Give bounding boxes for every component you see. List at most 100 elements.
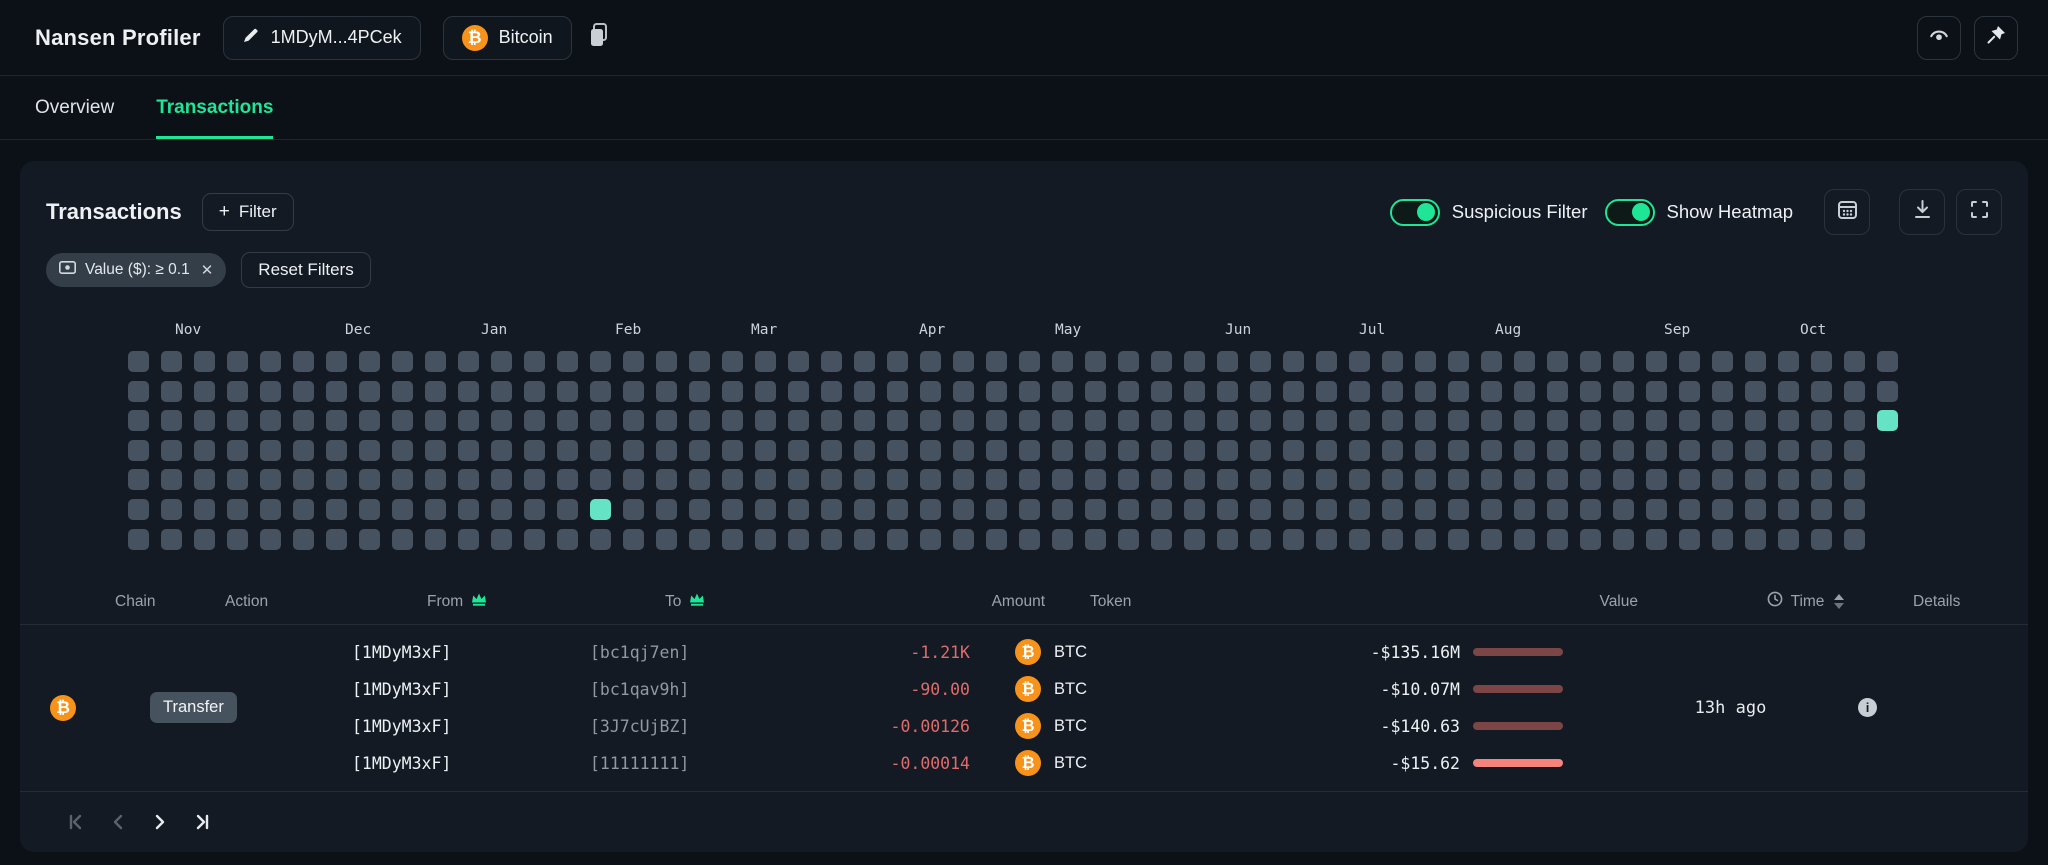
heatmap-cell[interactable] xyxy=(1745,410,1766,431)
heatmap-cell[interactable] xyxy=(359,499,380,520)
heatmap-cell[interactable] xyxy=(458,469,479,490)
heatmap-cell[interactable] xyxy=(1019,410,1040,431)
heatmap-cell[interactable] xyxy=(821,381,842,402)
heatmap-cell[interactable] xyxy=(194,440,215,461)
heatmap-cell[interactable] xyxy=(260,529,281,550)
heatmap-cell[interactable] xyxy=(1184,410,1205,431)
heatmap-cell[interactable] xyxy=(260,410,281,431)
heatmap-cell[interactable] xyxy=(1580,469,1601,490)
heatmap-cell[interactable] xyxy=(1415,529,1436,550)
info-icon[interactable] xyxy=(1858,698,1877,717)
heatmap-cell[interactable] xyxy=(590,440,611,461)
heatmap-cell[interactable] xyxy=(524,351,545,372)
heatmap-cell[interactable] xyxy=(161,499,182,520)
heatmap-cell[interactable] xyxy=(392,440,413,461)
heatmap-cell[interactable] xyxy=(623,381,644,402)
heatmap-cell[interactable] xyxy=(293,529,314,550)
heatmap-cell[interactable] xyxy=(1811,499,1832,520)
heatmap-cell[interactable] xyxy=(458,529,479,550)
heatmap-cell[interactable] xyxy=(1547,381,1568,402)
heatmap-cell[interactable] xyxy=(293,410,314,431)
heatmap-cell[interactable] xyxy=(1877,351,1898,372)
heatmap-cell[interactable] xyxy=(689,529,710,550)
heatmap-cell[interactable] xyxy=(1217,351,1238,372)
heatmap-cell[interactable] xyxy=(161,351,182,372)
heatmap-cell[interactable] xyxy=(1349,381,1370,402)
heatmap-cell[interactable] xyxy=(128,469,149,490)
heatmap-cell[interactable] xyxy=(788,529,809,550)
heatmap-cell[interactable] xyxy=(1283,381,1304,402)
heatmap-cell[interactable] xyxy=(1778,351,1799,372)
heatmap-cell[interactable] xyxy=(1844,410,1865,431)
heatmap-cell[interactable] xyxy=(1382,410,1403,431)
heatmap-cell[interactable] xyxy=(128,529,149,550)
heatmap-cell[interactable] xyxy=(854,410,875,431)
heatmap-cell[interactable] xyxy=(359,529,380,550)
heatmap-cell[interactable] xyxy=(392,351,413,372)
heatmap-cell[interactable] xyxy=(1316,499,1337,520)
heatmap-cell[interactable] xyxy=(623,499,644,520)
value-filter-chip[interactable]: Value ($): ≥ 0.1 ✕ xyxy=(46,253,226,287)
heatmap-cell[interactable] xyxy=(1481,529,1502,550)
heatmap-cell[interactable] xyxy=(788,499,809,520)
heatmap-cell[interactable] xyxy=(1514,529,1535,550)
heatmap-cell[interactable] xyxy=(920,469,941,490)
heatmap-cell[interactable] xyxy=(1679,410,1700,431)
heatmap-cell[interactable] xyxy=(293,440,314,461)
heatmap-cell[interactable] xyxy=(1613,469,1634,490)
heatmap-cell[interactable] xyxy=(425,529,446,550)
heatmap-cell[interactable] xyxy=(986,529,1007,550)
heatmap-cell[interactable] xyxy=(1679,381,1700,402)
heatmap-cell[interactable] xyxy=(128,351,149,372)
heatmap-cell[interactable] xyxy=(1877,381,1898,402)
heatmap-cell[interactable] xyxy=(1019,381,1040,402)
address-chip[interactable]: 1MDyM...4PCek xyxy=(223,16,421,60)
heatmap-cell[interactable] xyxy=(920,381,941,402)
heatmap-cell[interactable] xyxy=(689,499,710,520)
heatmap-cell[interactable] xyxy=(1481,351,1502,372)
heatmap-cell[interactable] xyxy=(1250,469,1271,490)
heatmap-cell[interactable] xyxy=(887,499,908,520)
heatmap-cell[interactable] xyxy=(1580,351,1601,372)
heatmap-cell[interactable] xyxy=(1217,410,1238,431)
heatmap-cell[interactable] xyxy=(1745,499,1766,520)
heatmap-cell[interactable] xyxy=(1118,499,1139,520)
heatmap-cell[interactable] xyxy=(1085,440,1106,461)
heatmap-cell[interactable] xyxy=(1019,351,1040,372)
heatmap-cell[interactable] xyxy=(1019,469,1040,490)
heatmap-cell[interactable] xyxy=(458,410,479,431)
heatmap-cell[interactable] xyxy=(590,410,611,431)
heatmap-cell[interactable] xyxy=(1118,440,1139,461)
heatmap-cell[interactable] xyxy=(1052,410,1073,431)
heatmap-cell[interactable] xyxy=(326,440,347,461)
heatmap-cell[interactable] xyxy=(326,469,347,490)
heatmap-cell[interactable] xyxy=(1712,469,1733,490)
heatmap-cell[interactable] xyxy=(161,410,182,431)
heatmap-cell[interactable] xyxy=(1184,381,1205,402)
heatmap-cell[interactable] xyxy=(1745,440,1766,461)
heatmap-cell[interactable] xyxy=(1712,381,1733,402)
heatmap-cell[interactable] xyxy=(986,499,1007,520)
heatmap-cell[interactable] xyxy=(194,410,215,431)
to-address[interactable]: [3J7cUjBZ] xyxy=(570,708,780,745)
heatmap-cell[interactable] xyxy=(1283,440,1304,461)
heatmap-cell[interactable] xyxy=(1514,381,1535,402)
heatmap-cell[interactable] xyxy=(1415,410,1436,431)
heatmap-cell[interactable] xyxy=(1712,499,1733,520)
heatmap-cell[interactable] xyxy=(1448,381,1469,402)
heatmap-cell[interactable] xyxy=(227,499,248,520)
heatmap-cell[interactable] xyxy=(1349,499,1370,520)
to-address[interactable]: [bc1qj7en] xyxy=(570,634,780,671)
heatmap-cell[interactable] xyxy=(1118,469,1139,490)
heatmap-cell[interactable] xyxy=(854,381,875,402)
suspicious-filter-toggle[interactable]: Suspicious Filter xyxy=(1390,199,1588,226)
col-header-amount[interactable]: Amount xyxy=(855,593,1045,611)
heatmap-cell[interactable] xyxy=(1085,381,1106,402)
heatmap-cell[interactable] xyxy=(194,381,215,402)
heatmap-cell[interactable] xyxy=(1415,440,1436,461)
heatmap-cell[interactable] xyxy=(1613,529,1634,550)
heatmap-cell[interactable] xyxy=(425,469,446,490)
heatmap-cell[interactable] xyxy=(689,440,710,461)
heatmap-cell[interactable] xyxy=(1844,351,1865,372)
heatmap-cell[interactable] xyxy=(1646,410,1667,431)
